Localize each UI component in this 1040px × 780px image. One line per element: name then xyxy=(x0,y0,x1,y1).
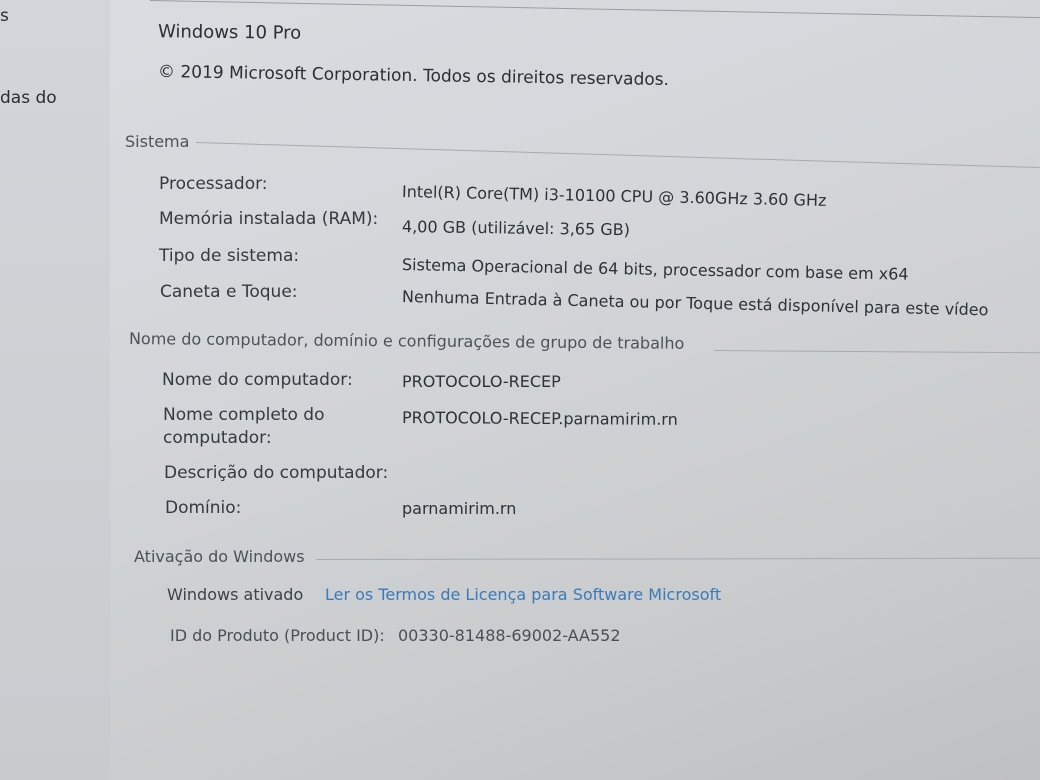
value-system-type: Sistema Operacional de 64 bits, processa… xyxy=(401,255,909,284)
windows-edition: Windows 10 Pro xyxy=(157,21,302,44)
value-pen-touch: Nenhuma Entrada à Caneta ou por Toque es… xyxy=(401,287,989,320)
value-computer-name: PROTOCOLO-RECEP xyxy=(402,372,561,391)
label-full-name: Nome completo do xyxy=(163,405,325,425)
label-computer-name: Nome do computador: xyxy=(162,370,353,390)
activation-status: Windows ativado xyxy=(167,585,304,604)
label-system-type: Tipo de sistema: xyxy=(159,246,300,266)
label-description: Descrição do computador: xyxy=(164,463,389,483)
left-sidebar xyxy=(0,0,110,780)
sidebar-link-fragment[interactable]: das do xyxy=(0,88,57,108)
license-terms-link[interactable]: Ler os Termos de Licença para Software M… xyxy=(325,585,721,604)
system-divider xyxy=(195,142,1040,169)
value-product-id: 00330-81488-69002-AA552 xyxy=(398,626,621,645)
value-ram: 4,00 GB (utilizável: 3,65 GB) xyxy=(401,217,631,240)
label-pen-touch: Caneta e Toque: xyxy=(160,282,298,302)
label-product-id: ID do Produto (Product ID): xyxy=(170,626,385,645)
top-divider xyxy=(149,0,1040,19)
computer-divider xyxy=(713,350,1040,354)
section-title-system: Sistema xyxy=(125,132,190,151)
section-title-computer: Nome do computador, domínio e configuraç… xyxy=(128,329,685,353)
sidebar-fragment-top: s xyxy=(0,6,9,26)
label-domain: Domínio: xyxy=(165,498,242,518)
section-title-activation: Ativação do Windows xyxy=(134,547,305,566)
label-full-name-line2: computador: xyxy=(163,428,272,448)
value-full-name: PROTOCOLO-RECEP.parnamirim.rn xyxy=(401,408,678,429)
value-processor: Intel(R) Core(TM) i3-10100 CPU @ 3.60GHz… xyxy=(401,182,827,210)
value-domain: parnamirim.rn xyxy=(402,499,517,518)
label-processor: Processador: xyxy=(159,174,268,194)
activation-divider xyxy=(315,557,1040,560)
label-ram: Memória instalada (RAM): xyxy=(159,209,379,229)
copyright-text: © 2019 Microsoft Corporation. Todos os d… xyxy=(157,62,670,91)
